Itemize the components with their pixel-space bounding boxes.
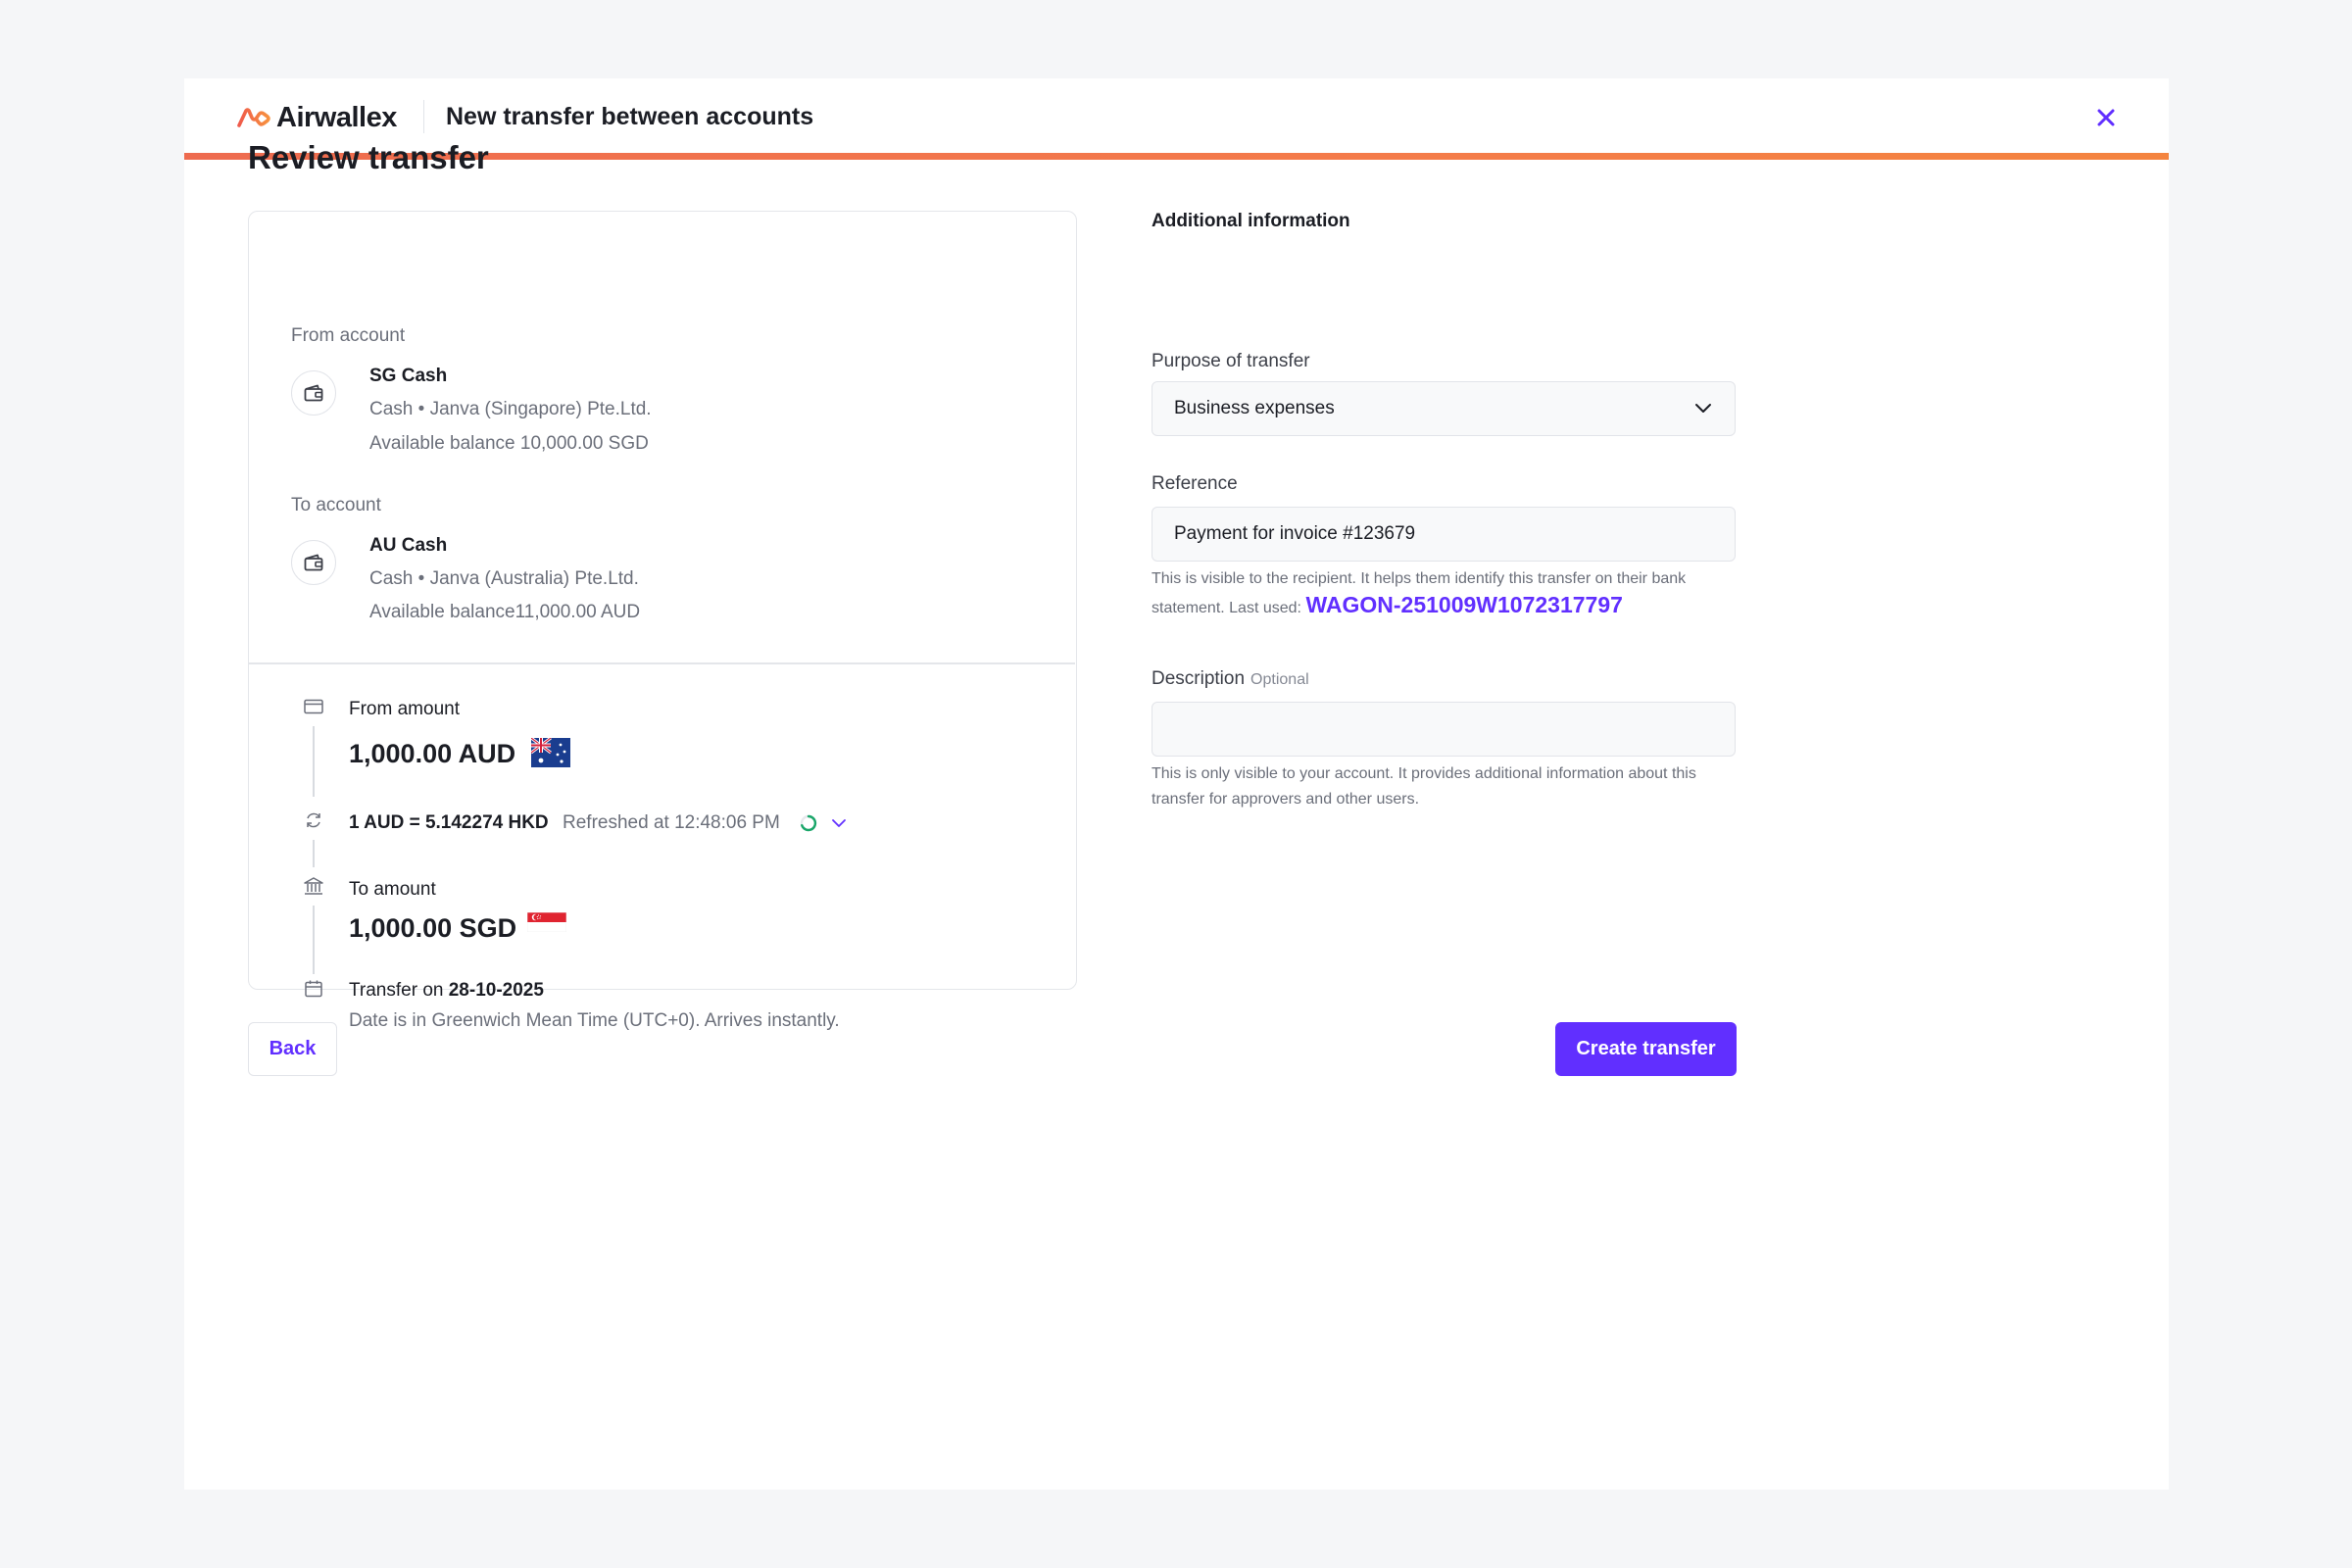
card-divider [249,662,1075,664]
from-amount-label: From amount [349,699,460,719]
from-amount: 1,000.00 AUD [349,739,516,768]
modal-title: New transfer between accounts [446,103,814,130]
timeline-line [313,726,315,797]
from-account-avatar [291,370,336,416]
exchange-rate: 1 AUD = 5.142274 HKD [349,812,549,833]
bank-icon [303,875,324,897]
additional-info-heading: Additional information [1152,211,1350,231]
airwallex-logo-icon [237,108,270,127]
back-button[interactable]: Back [248,1022,337,1076]
chevron-down-icon [1695,404,1711,413]
review-card: From account SG Cash Cash • Janva (Singa… [248,211,1077,1031]
close-icon [2097,109,2115,126]
rate-refreshed-time: Refreshed at 12:48:06 PM [563,812,780,833]
reference-input[interactable] [1152,507,1736,562]
brand-name: Airwallex [276,101,397,133]
calendar-icon [303,978,324,1000]
purpose-select[interactable]: Business expenses [1152,381,1736,436]
reference-helper-text: This is visible to the recipient. It hel… [1152,566,1749,621]
close-button[interactable] [2090,102,2122,133]
purpose-label: Purpose of transfer [1152,351,1310,371]
chevron-down-icon[interactable] [830,815,848,831]
transfer-date-note: Date is in Greenwich Mean Time (UTC+0). … [349,1010,840,1031]
singapore-flag-icon [527,912,566,932]
create-transfer-button[interactable]: Create transfer [1555,1022,1737,1076]
header-divider [423,100,424,133]
description-input[interactable] [1152,702,1736,757]
from-account-balance: Available balance 10,000.00 SGD [369,433,649,454]
refresh-timer-icon [800,814,817,832]
to-amount: 1,000.00 SGD [349,913,517,943]
to-account-avatar [291,540,336,585]
reference-label: Reference [1152,473,1238,494]
wallet-icon [304,384,323,402]
page-title: Review transfer [248,139,489,175]
wallet-icon [304,554,323,571]
from-account-label: From account [291,325,406,346]
brand-logo: Airwallex [237,102,397,133]
transfer-date-value: 28-10-2025 [448,980,544,1001]
last-used-reference[interactable]: WAGON-251009W1072317797 [1305,592,1622,617]
to-account-name: AU Cash [369,535,448,556]
timeline-line [313,906,315,974]
exchange-icon [303,809,324,831]
description-label-text: Description [1152,668,1246,689]
purpose-selected-value: Business expenses [1174,398,1335,418]
to-amount-label: To amount [349,879,436,900]
transfer-on-label: Transfer on [349,980,444,1001]
timeline-line [313,840,315,867]
to-account-balance: Available balance11,000.00 AUD [369,602,641,622]
from-account-name: SG Cash [369,366,448,386]
to-account-details: Cash • Janva (Australia) Pte.Ltd. [369,568,639,589]
optional-tag: Optional [1250,671,1309,688]
to-account-label: To account [291,495,381,515]
description-helper-text: This is only visible to your account. It… [1152,765,1696,808]
transfer-date: Transfer on 28-10-2025 [349,978,544,1004]
australia-flag-icon [531,738,570,767]
card-icon [303,696,324,717]
description-label: Description Optional [1152,666,1309,693]
from-account-details: Cash • Janva (Singapore) Pte.Ltd. [369,399,652,419]
